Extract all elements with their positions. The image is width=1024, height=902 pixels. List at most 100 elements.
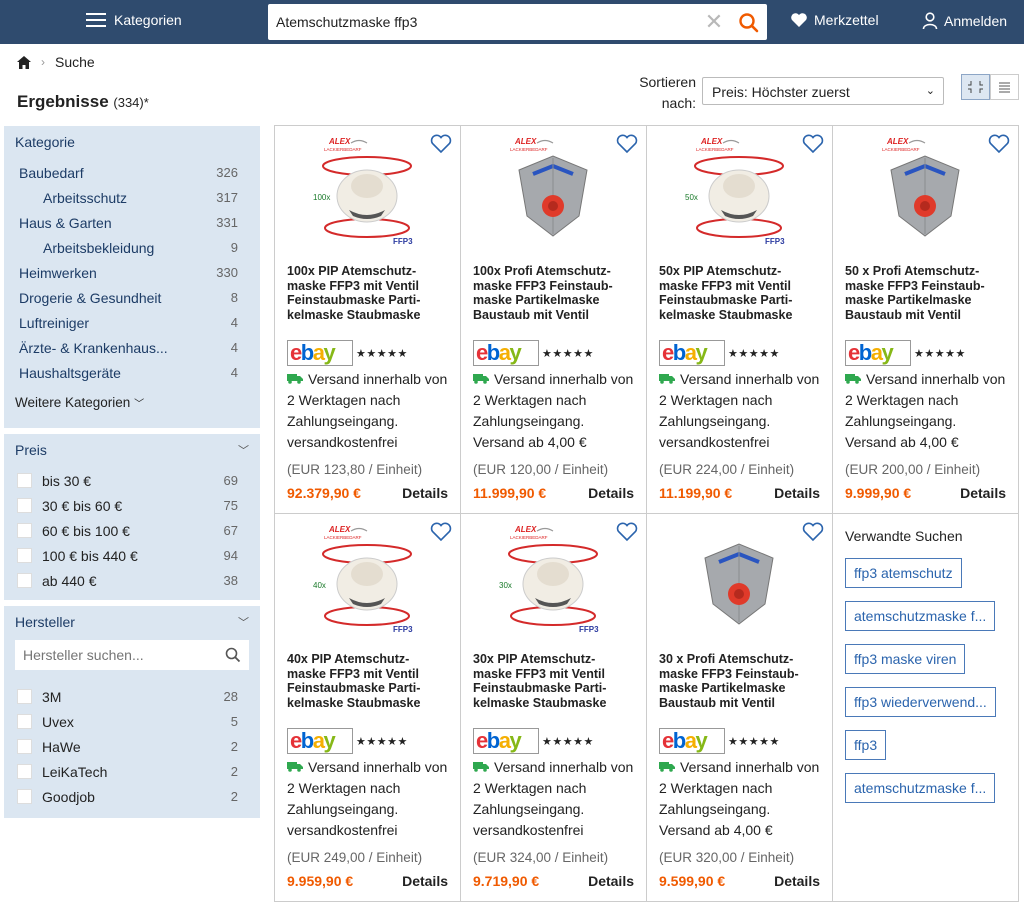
manufacturer-filter[interactable]: Uvex 5 xyxy=(15,709,249,734)
manufacturer-filter[interactable]: Goodjob 2 xyxy=(15,784,249,809)
manufacturer-filter[interactable]: HaWe 2 xyxy=(15,734,249,759)
shipping-cost: Versand ab 4,00 € xyxy=(473,434,587,450)
svg-text:FFP3: FFP3 xyxy=(579,625,599,634)
search-input[interactable] xyxy=(276,4,696,40)
category-item[interactable]: Haus & Garten 331 xyxy=(15,210,249,235)
price-filter[interactable]: 30 € bis 60 € 75 xyxy=(15,493,249,518)
product-image[interactable]: ALEXLACKIERBEDARF xyxy=(497,136,609,248)
svg-text:LACKIERBEDARF: LACKIERBEDARF xyxy=(510,535,548,540)
category-item[interactable]: Luftreiniger 4 xyxy=(15,310,249,335)
shipping-text: Versand innerhalb von 2 Werktagen nach Z… xyxy=(845,371,1006,429)
login-button[interactable]: Anmelden xyxy=(922,12,1007,30)
clear-icon[interactable]: ✕ xyxy=(704,11,724,33)
related-search-chip[interactable]: ffp3 xyxy=(845,730,887,760)
checkbox[interactable] xyxy=(17,573,32,588)
product-title[interactable]: 30x PIP Atemschutz-maske FFP3 mit Ventil… xyxy=(473,652,633,710)
price-list: bis 30 €69 30 € bis 60 €75 60 € bis 100 €6… xyxy=(15,468,249,593)
wishlist-heart-icon[interactable] xyxy=(802,522,824,542)
checkbox[interactable] xyxy=(17,789,32,804)
checkbox[interactable] xyxy=(17,523,32,538)
sort-label-line1: Sortieren xyxy=(639,74,696,90)
sort-selected: Preis: Höchster zuerst xyxy=(712,84,850,100)
category-item[interactable]: Haushaltsgeräte 4 xyxy=(15,360,249,385)
chevron-down-icon[interactable]: ﹀ xyxy=(238,442,249,458)
sort-select[interactable]: Preis: Höchster zuerst ⌄ xyxy=(702,77,944,105)
manufacturer-filter-count: 28 xyxy=(223,689,238,704)
product-card[interactable]: ALEX LACKIERBEDARF 50x FFP3 50x PIP Atemschu… xyxy=(647,126,833,514)
checkbox[interactable] xyxy=(17,714,32,729)
home-icon[interactable] xyxy=(17,55,31,69)
price-filter[interactable]: bis 30 € 69 xyxy=(15,468,249,493)
related-search-chip[interactable]: atemschutzmaske f... xyxy=(845,773,996,803)
product-title[interactable]: 100x PIP Atemschutz-maske FFP3 mit Venti… xyxy=(287,264,447,322)
product-image[interactable]: ALEXLACKIERBEDARF xyxy=(869,136,981,248)
details-link[interactable]: Details xyxy=(402,873,448,889)
category-item[interactable]: Baubedarf 326 xyxy=(15,160,249,185)
checkbox[interactable] xyxy=(17,689,32,704)
product-title[interactable]: 30 x Profi Atemschutz-maske FFP3 Feinsta… xyxy=(659,652,819,710)
category-label: Haushaltsgeräte xyxy=(19,364,121,381)
category-count: 8 xyxy=(230,290,238,305)
details-link[interactable]: Details xyxy=(588,873,634,889)
product-image[interactable]: ALEXLACKIERBEDARF 100x FFP3 xyxy=(311,136,423,248)
category-item[interactable]: Heimwerken 330 xyxy=(15,260,249,285)
product-card[interactable]: ALEX LACKIERBEDARF 100x FFP3 100x PIP Atemsc… xyxy=(275,126,461,514)
wishlist-heart-icon[interactable] xyxy=(616,522,638,542)
details-link[interactable]: Details xyxy=(402,485,448,501)
search-icon[interactable] xyxy=(738,12,760,34)
product-title[interactable]: 40x PIP Atemschutz-maske FFP3 mit Ventil… xyxy=(287,652,447,710)
details-link[interactable]: Details xyxy=(960,485,1006,501)
checkbox[interactable] xyxy=(17,498,32,513)
price-filter[interactable]: 100 € bis 440 € 94 xyxy=(15,543,249,568)
category-label: Haus & Garten xyxy=(19,214,112,231)
category-label: Arbeitsschutz xyxy=(43,189,128,206)
category-item[interactable]: Drogerie & Gesundheit 8 xyxy=(15,285,249,310)
product-image[interactable]: ALEXLACKIERBEDARF 50x FFP3 xyxy=(683,136,795,248)
checkbox[interactable] xyxy=(17,548,32,563)
product-image[interactable]: ALEXLACKIERBEDARF 30x FFP3 xyxy=(497,524,609,636)
truck-icon xyxy=(473,374,489,384)
wishlist-heart-icon[interactable] xyxy=(802,134,824,154)
list-view-button[interactable] xyxy=(990,74,1019,100)
wishlist-heart-icon[interactable] xyxy=(430,522,452,542)
product-image[interactable] xyxy=(683,524,795,636)
details-link[interactable]: Details xyxy=(774,873,820,889)
product-card[interactable]: ALEX LACKIERBEDARF 50 x Profi Atemschutz-m… xyxy=(833,126,1019,514)
checkbox[interactable] xyxy=(17,764,32,779)
manufacturer-filter[interactable]: 3M 28 xyxy=(15,684,249,709)
product-title[interactable]: 50x PIP Atemschutz-maske FFP3 mit Ventil… xyxy=(659,264,819,322)
product-card[interactable]: ALEX LACKIERBEDARF 100x Profi Atemschutz-m… xyxy=(461,126,647,514)
related-chip-wrapper: atemschutzmaske f... xyxy=(845,601,1006,644)
wishlist-heart-icon[interactable] xyxy=(988,134,1010,154)
chevron-down-icon[interactable]: ﹀ xyxy=(238,614,249,630)
checkbox[interactable] xyxy=(17,473,32,488)
grid-view-button[interactable] xyxy=(961,74,990,100)
category-item[interactable]: Arbeitsbekleidung 9 xyxy=(15,235,249,260)
related-search-chip[interactable]: ffp3 maske viren xyxy=(845,644,966,674)
wishlist-heart-icon[interactable] xyxy=(616,134,638,154)
product-title[interactable]: 50 x Profi Atemschutz-maske FFP3 Feinsta… xyxy=(845,264,1005,322)
checkbox[interactable] xyxy=(17,739,32,754)
related-search-chip[interactable]: ffp3 atemschutz xyxy=(845,558,962,588)
sort-label: Sortieren nach: xyxy=(630,72,696,114)
manufacturer-search-input[interactable] xyxy=(15,640,215,670)
price-filter[interactable]: ab 440 € 38 xyxy=(15,568,249,593)
more-categories-toggle[interactable]: Weitere Kategorien ﹀ xyxy=(15,395,249,410)
search-icon[interactable] xyxy=(225,647,241,663)
product-card[interactable]: 30 x Profi Atemschutz-maske FFP3 Feinsta… xyxy=(647,514,833,902)
wishlist-heart-icon[interactable] xyxy=(430,134,452,154)
details-link[interactable]: Details xyxy=(774,485,820,501)
wishlist-button[interactable]: Merkzettel xyxy=(790,12,879,28)
product-image[interactable]: ALEXLACKIERBEDARF 40x FFP3 xyxy=(311,524,423,636)
details-link[interactable]: Details xyxy=(588,485,634,501)
product-title[interactable]: 100x Profi Atemschutz-maske FFP3 Feinsta… xyxy=(473,264,633,322)
categories-button[interactable]: Kategorien xyxy=(86,12,182,28)
manufacturer-filter[interactable]: LeiKaTech 2 xyxy=(15,759,249,784)
product-card[interactable]: ALEX LACKIERBEDARF 30x FFP3 30x PIP Atemschu… xyxy=(461,514,647,902)
related-search-chip[interactable]: ffp3 wiederverwend... xyxy=(845,687,996,717)
related-search-chip[interactable]: atemschutzmaske f... xyxy=(845,601,996,631)
category-item[interactable]: Arbeitsschutz 317 xyxy=(15,185,249,210)
category-item[interactable]: Ärzte- & Krankenhaus... 4 xyxy=(15,335,249,360)
price-filter[interactable]: 60 € bis 100 € 67 xyxy=(15,518,249,543)
product-card[interactable]: ALEX LACKIERBEDARF 40x FFP3 40x PIP Atemschu… xyxy=(275,514,461,902)
